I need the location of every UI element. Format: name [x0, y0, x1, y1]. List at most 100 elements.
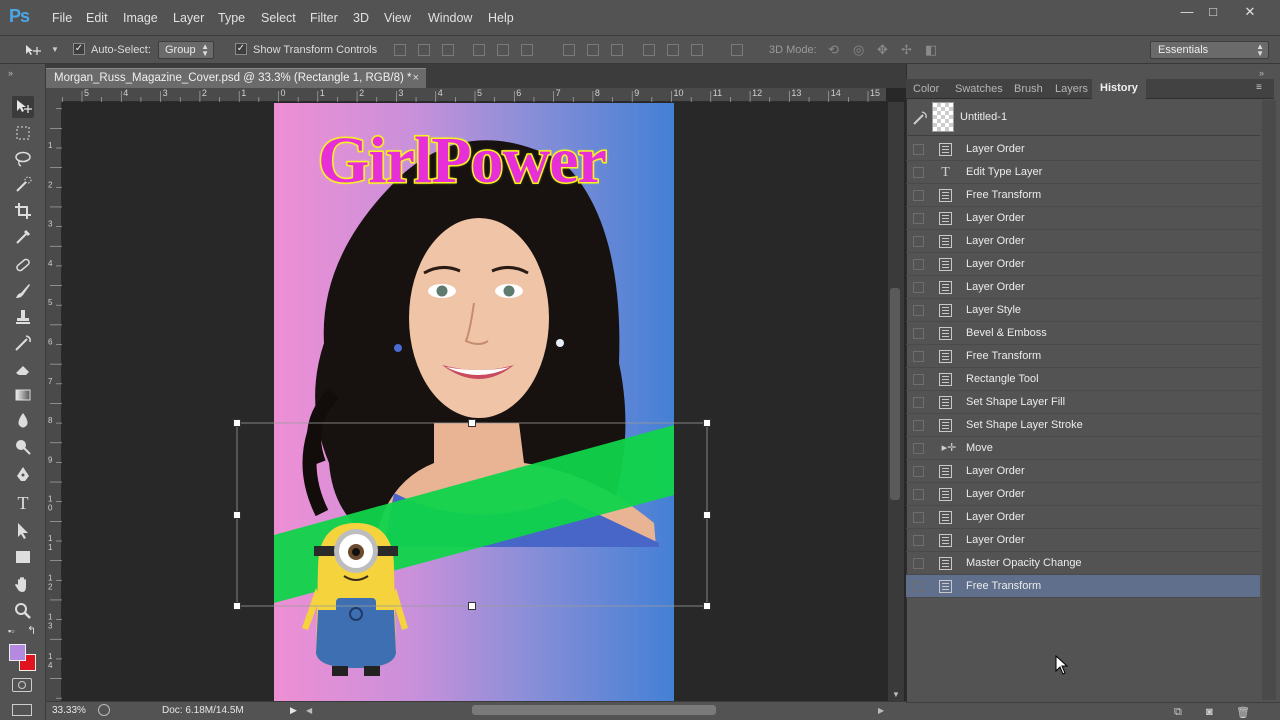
zoom-tool[interactable] [12, 600, 34, 622]
ruler-origin[interactable] [46, 88, 62, 102]
snapshot-thumbnail[interactable] [932, 102, 954, 132]
vertical-scroll-thumb[interactable] [890, 288, 900, 500]
status-info-icon[interactable] [98, 704, 110, 716]
align-hcenter-icon[interactable] [497, 44, 509, 56]
menu-3d[interactable]: 3D [353, 11, 369, 25]
history-source-checkbox[interactable] [913, 213, 924, 224]
auto-select-dropdown[interactable]: Group ▲ ▼ [158, 41, 214, 59]
history-source-checkbox[interactable] [913, 581, 924, 592]
crop-tool[interactable] [12, 200, 34, 222]
distribute-bottom-icon[interactable] [611, 44, 623, 56]
tool-preset-chevron-icon[interactable]: ▼ [51, 45, 59, 54]
history-state-row[interactable]: Rectangle Tool [906, 368, 1260, 391]
history-source-checkbox[interactable] [913, 489, 924, 500]
healing-brush-tool[interactable] [12, 254, 34, 276]
menu-window[interactable]: Window [428, 11, 472, 25]
scroll-left-arrow-icon[interactable]: ◀ [306, 706, 312, 715]
trash-icon[interactable]: 🗑 [1236, 706, 1250, 719]
history-state-row[interactable]: Bevel & Emboss [906, 322, 1260, 345]
lasso-tool[interactable] [12, 148, 34, 170]
move-tool-icon[interactable] [24, 43, 44, 57]
dodge-tool[interactable] [12, 436, 34, 458]
3d-scale-icon[interactable]: ◧ [925, 42, 937, 58]
distribute-hcenter-icon[interactable] [667, 44, 679, 56]
pen-tool[interactable] [12, 464, 34, 486]
quick-select-tool[interactable] [12, 174, 34, 196]
tab-brush[interactable]: Brush [1014, 83, 1043, 95]
brush-tool[interactable] [12, 280, 34, 302]
tab-swatches[interactable]: Swatches [955, 83, 1003, 95]
align-vcenter-icon[interactable] [418, 44, 430, 56]
hand-tool[interactable] [12, 574, 34, 596]
workspace-dropdown[interactable]: Essentials ▲ ▼ [1150, 41, 1269, 59]
history-source-checkbox[interactable] [913, 351, 924, 362]
menu-view[interactable]: View [384, 11, 411, 25]
history-state-row[interactable]: Set Shape Layer Fill [906, 391, 1260, 414]
tab-color[interactable]: Color [913, 83, 939, 95]
history-source-checkbox[interactable] [913, 190, 924, 201]
history-state-row[interactable]: Layer Order [906, 276, 1260, 299]
rectangle-tool[interactable] [12, 546, 34, 568]
history-state-row[interactable]: Set Shape Layer Stroke [906, 414, 1260, 437]
history-source-checkbox[interactable] [913, 512, 924, 523]
type-tool[interactable]: T [12, 492, 34, 514]
align-left-icon[interactable] [473, 44, 485, 56]
distribute-vcenter-icon[interactable] [587, 44, 599, 56]
close-tab-icon[interactable]: × [413, 72, 419, 84]
menu-layer[interactable]: Layer [173, 11, 204, 25]
history-state-row[interactable]: Free Transform [906, 575, 1260, 598]
distribute-right-icon[interactable] [691, 44, 703, 56]
menu-image[interactable]: Image [123, 11, 158, 25]
eraser-tool[interactable] [12, 358, 34, 380]
panel-menu-icon[interactable]: ≡ [1256, 82, 1262, 93]
history-source-checkbox[interactable] [913, 443, 924, 454]
history-state-row[interactable]: Layer Order [906, 529, 1260, 552]
history-snapshot-row[interactable]: Untitled-1 [906, 100, 1260, 136]
quick-mask-icon[interactable] [12, 678, 32, 692]
horizontal-ruler[interactable]: 5 4 3 2 1 0 1 2 3 4 5 6 7 8 9 10 11 12 13 14 15 [62, 88, 886, 102]
history-source-checkbox[interactable] [913, 420, 924, 431]
maximize-button[interactable]: □ [1198, 2, 1228, 22]
history-source-checkbox[interactable] [913, 397, 924, 408]
path-selection-tool[interactable] [12, 520, 34, 542]
scroll-right-arrow-icon[interactable]: ▶ [878, 706, 884, 715]
menu-select[interactable]: Select [261, 11, 296, 25]
menu-file[interactable]: File [52, 11, 72, 25]
menu-type[interactable]: Type [218, 11, 245, 25]
collapse-arrows-icon[interactable]: » [1259, 68, 1264, 78]
3d-slide-icon[interactable]: ✢ [901, 42, 912, 58]
auto-align-icon[interactable] [731, 44, 743, 56]
show-transform-checkbox[interactable]: ✓ [235, 43, 247, 55]
horizontal-scroll-thumb[interactable] [472, 705, 716, 715]
history-state-row[interactable]: Layer Order [906, 483, 1260, 506]
default-colors-icon[interactable]: ▪▫ [8, 626, 14, 636]
tab-layers[interactable]: Layers [1055, 83, 1088, 95]
vertical-ruler[interactable]: 1234567891011121314 [46, 102, 62, 701]
menu-filter[interactable]: Filter [310, 11, 338, 25]
history-state-row[interactable]: Layer Order [906, 138, 1260, 161]
history-source-checkbox[interactable] [913, 328, 924, 339]
distribute-left-icon[interactable] [643, 44, 655, 56]
history-source-checkbox[interactable] [913, 558, 924, 569]
history-source-checkbox[interactable] [913, 144, 924, 155]
clone-stamp-tool[interactable] [12, 306, 34, 328]
blur-tool[interactable] [12, 410, 34, 432]
history-state-row[interactable]: Layer Order [906, 506, 1260, 529]
history-source-checkbox[interactable] [913, 374, 924, 385]
collapse-arrows-icon[interactable]: » [8, 68, 13, 78]
menu-help[interactable]: Help [488, 11, 514, 25]
document-tab[interactable]: Morgan_Russ_Magazine_Cover.psd @ 33.3% (… [46, 68, 426, 88]
history-state-row[interactable]: Layer Order [906, 253, 1260, 276]
history-source-checkbox[interactable] [913, 305, 924, 316]
history-state-row[interactable]: Free Transform [906, 345, 1260, 368]
menu-edit[interactable]: Edit [86, 11, 108, 25]
history-brush-source-icon[interactable] [912, 110, 928, 126]
history-state-row[interactable]: Layer Style [906, 299, 1260, 322]
history-source-checkbox[interactable] [913, 236, 924, 247]
3d-roll-icon[interactable]: ◎ [853, 42, 864, 58]
history-source-checkbox[interactable] [913, 167, 924, 178]
foreground-color-swatch[interactable] [9, 644, 26, 661]
tab-history[interactable]: History [1092, 79, 1146, 99]
history-state-row[interactable]: T Edit Type Layer [906, 161, 1260, 184]
marquee-tool[interactable] [12, 122, 34, 144]
